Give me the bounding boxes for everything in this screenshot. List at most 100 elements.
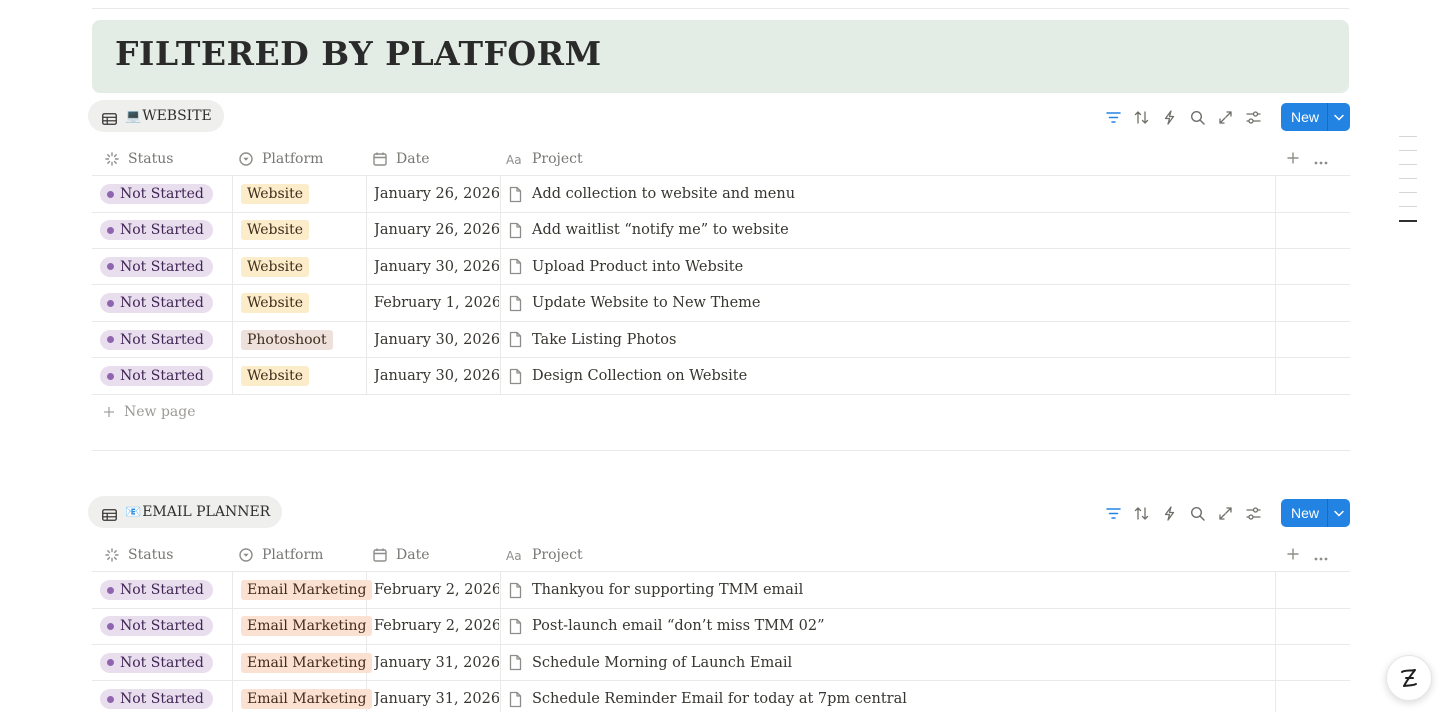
- project-title[interactable]: Design Collection on Website: [532, 368, 747, 384]
- new-record-button[interactable]: New: [1280, 499, 1328, 527]
- project-cell[interactable]: Add collection to website and menu: [506, 176, 795, 212]
- project-cell[interactable]: Add waitlist “notify me” to website: [506, 212, 789, 248]
- table-row[interactable]: Not Started Website January 26, 2026 Add co…: [92, 176, 1350, 213]
- project-title[interactable]: Thankyou for supporting TMM email: [532, 582, 803, 598]
- sort-button[interactable]: [1133, 505, 1150, 522]
- project-cell[interactable]: Schedule Reminder Email for today at 7pm…: [506, 681, 907, 712]
- platform-cell[interactable]: Website: [241, 285, 310, 321]
- date-cell[interactable]: January 30, 2026: [374, 249, 499, 285]
- project-title[interactable]: Upload Product into Website: [532, 259, 743, 275]
- project-title[interactable]: Update Website to New Theme: [532, 295, 761, 311]
- project-title[interactable]: Schedule Morning of Launch Email: [532, 655, 792, 671]
- status-cell[interactable]: Not Started: [100, 285, 213, 321]
- status-cell[interactable]: Not Started: [100, 608, 213, 644]
- status-badge: Not Started: [100, 616, 213, 637]
- new-record-dropdown[interactable]: [1328, 103, 1350, 131]
- platform-cell[interactable]: Website: [241, 358, 310, 394]
- filter-button[interactable]: [1105, 505, 1122, 522]
- platform-cell[interactable]: Email Marketing: [241, 645, 373, 681]
- more-options-button[interactable]: [1314, 545, 1328, 566]
- status-cell[interactable]: Not Started: [100, 322, 213, 358]
- date-cell[interactable]: January 26, 2026: [374, 212, 499, 248]
- table-row[interactable]: Not Started Website February 1, 2026 8:5 Up…: [92, 285, 1350, 322]
- project-title[interactable]: Add waitlist “notify me” to website: [532, 222, 789, 238]
- status-cell[interactable]: Not Started: [100, 176, 213, 212]
- search-button[interactable]: [1189, 109, 1206, 126]
- project-title[interactable]: Take Listing Photos: [532, 332, 676, 348]
- settings-sliders-button[interactable]: [1245, 109, 1262, 126]
- project-cell[interactable]: Schedule Morning of Launch Email: [506, 645, 792, 681]
- date-cell[interactable]: January 30, 2026: [374, 358, 499, 394]
- expand-button[interactable]: [1217, 505, 1234, 522]
- project-title[interactable]: Add collection to website and menu: [532, 186, 795, 202]
- project-cell[interactable]: Post-launch email “don’t miss TMM 02”: [506, 608, 824, 644]
- table-row[interactable]: Not Started Email Marketing February 2, 20…: [92, 608, 1350, 645]
- column-header-date[interactable]: Date: [372, 142, 429, 176]
- status-cell[interactable]: Not Started: [100, 212, 213, 248]
- view-tab-email-planner[interactable]: 📧EMAIL PLANNER: [88, 496, 283, 528]
- column-header-platform[interactable]: Platform: [238, 538, 323, 572]
- table-row[interactable]: Not Started Email Marketing January 31, 20…: [92, 681, 1350, 712]
- platform-cell[interactable]: Photoshoot: [241, 322, 333, 358]
- platform-cell[interactable]: Email Marketing: [241, 572, 373, 608]
- column-header-project[interactable]: Aa Project: [506, 538, 583, 572]
- column-header-date[interactable]: Date: [372, 538, 429, 572]
- new-record-button-group[interactable]: New: [1280, 103, 1350, 131]
- date-cell[interactable]: January 31, 2026 10: [374, 681, 499, 712]
- platform-cell[interactable]: Email Marketing: [241, 608, 373, 644]
- search-icon: [1190, 506, 1205, 521]
- sort-button[interactable]: [1133, 109, 1150, 126]
- project-title[interactable]: Schedule Reminder Email for today at 7pm…: [532, 691, 907, 707]
- more-options-button[interactable]: [1314, 149, 1328, 170]
- table-row[interactable]: Not Started Website January 30, 2026 Design…: [92, 358, 1350, 395]
- platform-cell[interactable]: Website: [241, 249, 310, 285]
- settings-sliders-button[interactable]: [1245, 505, 1262, 522]
- new-page-button[interactable]: New page: [102, 394, 196, 430]
- date-cell[interactable]: January 30, 2026: [374, 322, 499, 358]
- project-cell[interactable]: Thankyou for supporting TMM email: [506, 572, 803, 608]
- table-row[interactable]: Not Started Email Marketing January 31, 20…: [92, 644, 1350, 682]
- filter-button[interactable]: [1105, 109, 1122, 126]
- table-of-contents-indicator[interactable]: [1399, 136, 1417, 235]
- platform-cell[interactable]: Website: [241, 176, 310, 212]
- status-cell[interactable]: Not Started: [100, 681, 213, 712]
- column-header-status[interactable]: Status: [104, 538, 173, 572]
- date-cell[interactable]: February 2, 2026: [374, 572, 499, 608]
- expand-button[interactable]: [1217, 109, 1234, 126]
- add-property-button[interactable]: [1286, 149, 1300, 170]
- project-cell[interactable]: Update Website to New Theme: [506, 285, 761, 321]
- status-cell[interactable]: Not Started: [100, 572, 213, 608]
- table-row[interactable]: Not Started Website January 26, 2026 Add wa…: [92, 212, 1350, 249]
- date-cell[interactable]: February 1, 2026 8:5: [374, 285, 499, 321]
- table-row[interactable]: Not Started Website January 30, 2026 Upload…: [92, 248, 1350, 286]
- new-record-button-group[interactable]: New: [1280, 499, 1350, 527]
- status-cell[interactable]: Not Started: [100, 645, 213, 681]
- new-record-dropdown[interactable]: [1328, 499, 1350, 527]
- column-header-platform[interactable]: Platform: [238, 142, 323, 176]
- automation-button[interactable]: [1161, 109, 1178, 126]
- table-row[interactable]: Not Started Email Marketing February 2, 20…: [92, 572, 1350, 609]
- project-cell[interactable]: Upload Product into Website: [506, 249, 743, 285]
- column-header-status[interactable]: Status: [104, 142, 173, 176]
- project-cell[interactable]: Design Collection on Website: [506, 358, 747, 394]
- table-row[interactable]: Not Started Photoshoot January 30, 2026 Tak…: [92, 321, 1350, 359]
- date-cell[interactable]: January 26, 2026: [374, 176, 499, 212]
- expand-icon: [1219, 506, 1232, 520]
- date-cell[interactable]: January 31, 2026 10: [374, 645, 499, 681]
- column-header-project[interactable]: Aa Project: [506, 142, 583, 176]
- platform-cell[interactable]: Email Marketing: [241, 681, 373, 712]
- new-record-button[interactable]: New: [1280, 103, 1328, 131]
- status-badge: Not Started: [100, 220, 213, 241]
- view-tab-website[interactable]: 💻WEBSITE: [88, 100, 224, 132]
- notion-ai-button[interactable]: [1386, 655, 1432, 701]
- date-cell[interactable]: February 2, 2026: [374, 608, 499, 644]
- project-cell[interactable]: Take Listing Photos: [506, 322, 676, 358]
- project-title[interactable]: Post-launch email “don’t miss TMM 02”: [532, 618, 824, 634]
- search-button[interactable]: [1189, 505, 1206, 522]
- automation-button[interactable]: [1161, 505, 1178, 522]
- add-property-button[interactable]: [1286, 545, 1300, 566]
- status-badge: Not Started: [100, 293, 213, 314]
- status-cell[interactable]: Not Started: [100, 249, 213, 285]
- platform-cell[interactable]: Website: [241, 212, 310, 248]
- status-cell[interactable]: Not Started: [100, 358, 213, 394]
